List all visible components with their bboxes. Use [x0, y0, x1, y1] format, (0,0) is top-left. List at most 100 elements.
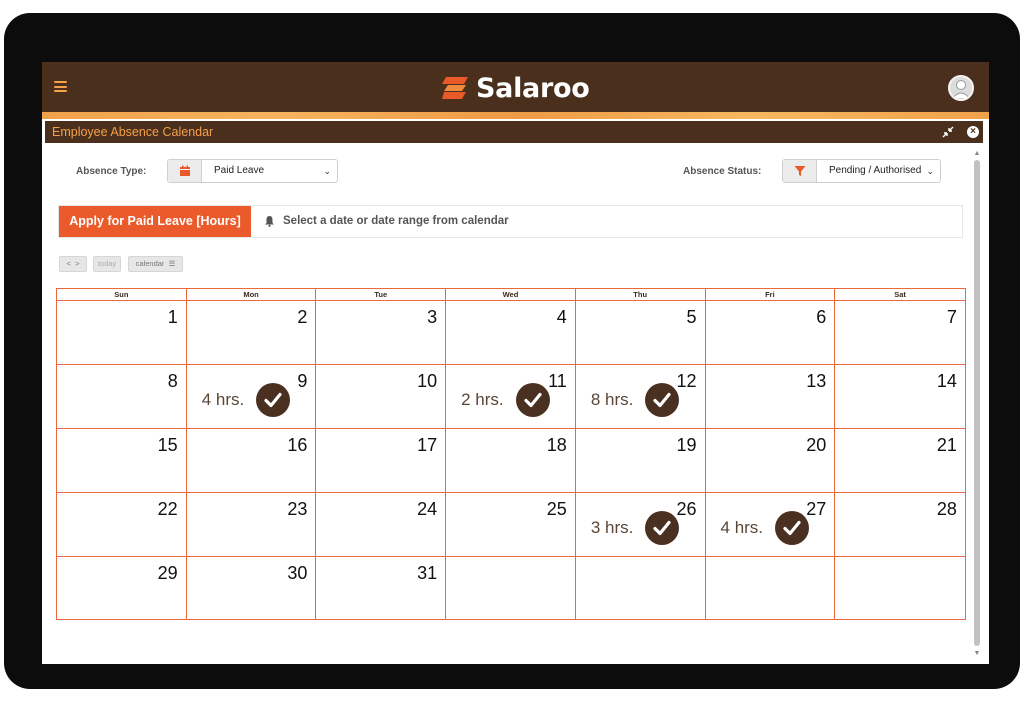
day-number: 10 [417, 371, 438, 391]
calendar-day-cell[interactable]: 2 [187, 301, 317, 364]
vertical-scrollbar[interactable]: ▲ ▼ [973, 150, 981, 660]
absence-type-text: Paid Leave [214, 165, 265, 176]
calendar-day-cell[interactable]: 31 [316, 557, 447, 619]
day-number: 30 [287, 563, 308, 583]
list-icon: ☰ [166, 259, 176, 268]
scroll-thumb[interactable] [974, 160, 980, 646]
calendar-day-cell[interactable]: 29 [57, 557, 187, 619]
day-number: 4 [556, 307, 567, 327]
day-number: 13 [806, 371, 827, 391]
apply-hint-text: Select a date or date range from calenda… [283, 215, 509, 227]
calendar-day-cell[interactable] [576, 557, 706, 619]
leave-entry[interactable]: 4 hrs. [721, 511, 810, 545]
chevron-down-icon: ⌄ [926, 166, 934, 176]
calendar-day-cell[interactable]: 11 2 hrs. [446, 365, 576, 428]
calendar-day-cell[interactable]: 7 [835, 301, 965, 364]
panel-title: Employee Absence Calendar [52, 125, 214, 139]
day-number: 17 [417, 435, 438, 455]
calendar-day-cell[interactable]: 24 [316, 493, 447, 556]
calendar-day-cell[interactable]: 25 [446, 493, 576, 556]
calendar-day-cell[interactable]: 12 8 hrs. [576, 365, 706, 428]
apply-leave-button[interactable]: Apply for Paid Leave [Hours] [59, 206, 251, 237]
next-button[interactable]: > [75, 259, 79, 268]
calendar-view-label: calendar [135, 259, 165, 268]
tablet-frame: Salaroo Employee Absence Calendar × Abse… [4, 13, 1020, 689]
day-number: 15 [157, 435, 178, 455]
calendar-day-cell[interactable]: 27 4 hrs. [706, 493, 836, 556]
absence-type-select[interactable]: Paid Leave ⌄ [167, 159, 338, 183]
day-number: 2 [297, 307, 308, 327]
calendar-day-cell[interactable]: 13 [706, 365, 836, 428]
logo-text: Salaroo [476, 72, 590, 104]
calendar-week-row: 29 30 31 [57, 557, 965, 619]
app-logo[interactable]: Salaroo [442, 72, 590, 104]
calendar-day-cell[interactable]: 17 [316, 429, 447, 492]
calendar-view-button[interactable]: calendar ☰ [128, 256, 183, 272]
compress-icon[interactable] [942, 126, 954, 138]
calendar-day-cell[interactable] [706, 557, 836, 619]
check-icon [645, 383, 680, 417]
day-number: 29 [157, 563, 178, 583]
check-icon [515, 383, 550, 417]
calendar-day-cell[interactable]: 1 [57, 301, 187, 364]
calendar-day-cell[interactable] [835, 557, 965, 619]
weekday-header: Sun [57, 289, 187, 300]
calendar-day-cell[interactable]: 22 [57, 493, 187, 556]
bell-icon [265, 216, 274, 227]
calendar-icon [168, 160, 202, 182]
calendar-day-cell[interactable]: 18 [446, 429, 576, 492]
calendar-day-cell[interactable]: 15 [57, 429, 187, 492]
calendar-day-cell[interactable]: 16 [187, 429, 317, 492]
calendar-grid: 1234567894 hrs. 10 11 2 hrs. 12 8 hrs. 13 14 15 1… [57, 301, 965, 619]
calendar-day-cell[interactable]: 4 [446, 301, 576, 364]
app-screen: Salaroo Employee Absence Calendar × Abse… [42, 62, 989, 664]
leave-entry[interactable]: 2 hrs. [461, 383, 550, 417]
absence-type-value[interactable]: Paid Leave ⌄ [202, 160, 337, 182]
calendar-day-cell[interactable]: 9 4 hrs. [187, 365, 317, 428]
day-number: 7 [946, 307, 957, 327]
calendar-day-cell[interactable]: 3 [316, 301, 447, 364]
user-avatar-icon[interactable] [948, 75, 974, 101]
prev-button[interactable]: < [67, 259, 71, 268]
day-number: 24 [417, 499, 438, 519]
day-number: 9 [297, 371, 308, 391]
calendar-day-cell[interactable]: 8 [57, 365, 187, 428]
weekday-header: Thu [576, 289, 706, 300]
day-number: 3 [427, 307, 438, 327]
today-button[interactable]: today [93, 256, 121, 272]
calendar-week-row: 22 23 24 25 26 3 hrs. 27 4 hrs. 28 [57, 493, 965, 557]
day-number: 14 [936, 371, 957, 391]
absence-status-value[interactable]: Pending / Authorised ⌄ [817, 160, 940, 182]
calendar-day-cell[interactable]: 6 [706, 301, 836, 364]
apply-hint: Select a date or date range from calenda… [264, 215, 509, 227]
scroll-down-icon[interactable]: ▼ [973, 650, 981, 657]
calendar-day-cell[interactable]: 5 [576, 301, 706, 364]
leave-hours: 8 hrs. [590, 390, 634, 409]
leave-hours: 3 hrs. [590, 518, 634, 537]
close-icon[interactable]: × [967, 126, 979, 138]
calendar-day-cell[interactable]: 21 [835, 429, 965, 492]
absence-type-label: Absence Type: [76, 166, 147, 177]
leave-entry[interactable]: 8 hrs. [591, 383, 680, 417]
calendar-day-cell[interactable]: 20 [706, 429, 836, 492]
day-number: 6 [816, 307, 827, 327]
calendar-day-cell[interactable]: 10 [316, 365, 447, 428]
calendar-week-row: 8 9 4 hrs. 10 11 2 hrs. 12 8 hrs. 13 14 [57, 365, 965, 429]
leave-entry[interactable]: 3 hrs. [591, 511, 680, 545]
apply-bar: Apply for Paid Leave [Hours] Select a da… [58, 205, 963, 238]
calendar-day-cell[interactable]: 23 [187, 493, 317, 556]
calendar-day-cell[interactable]: 30 [187, 557, 317, 619]
day-number: 18 [546, 435, 567, 455]
menu-icon[interactable] [54, 81, 67, 92]
scroll-up-icon[interactable]: ▲ [973, 150, 981, 157]
calendar-day-cell[interactable]: 28 [835, 493, 965, 556]
calendar-day-cell[interactable]: 14 [835, 365, 965, 428]
absence-status-select[interactable]: Pending / Authorised ⌄ [782, 159, 941, 183]
calendar-day-cell[interactable]: 19 [576, 429, 706, 492]
leave-entry[interactable]: 4 hrs. [202, 383, 291, 417]
weekday-header: Fri [706, 289, 836, 300]
calendar-day-cell[interactable] [446, 557, 576, 619]
day-number: 20 [806, 435, 827, 455]
calendar-day-cell[interactable]: 26 3 hrs. [576, 493, 706, 556]
header-accent-stripe [42, 112, 989, 119]
